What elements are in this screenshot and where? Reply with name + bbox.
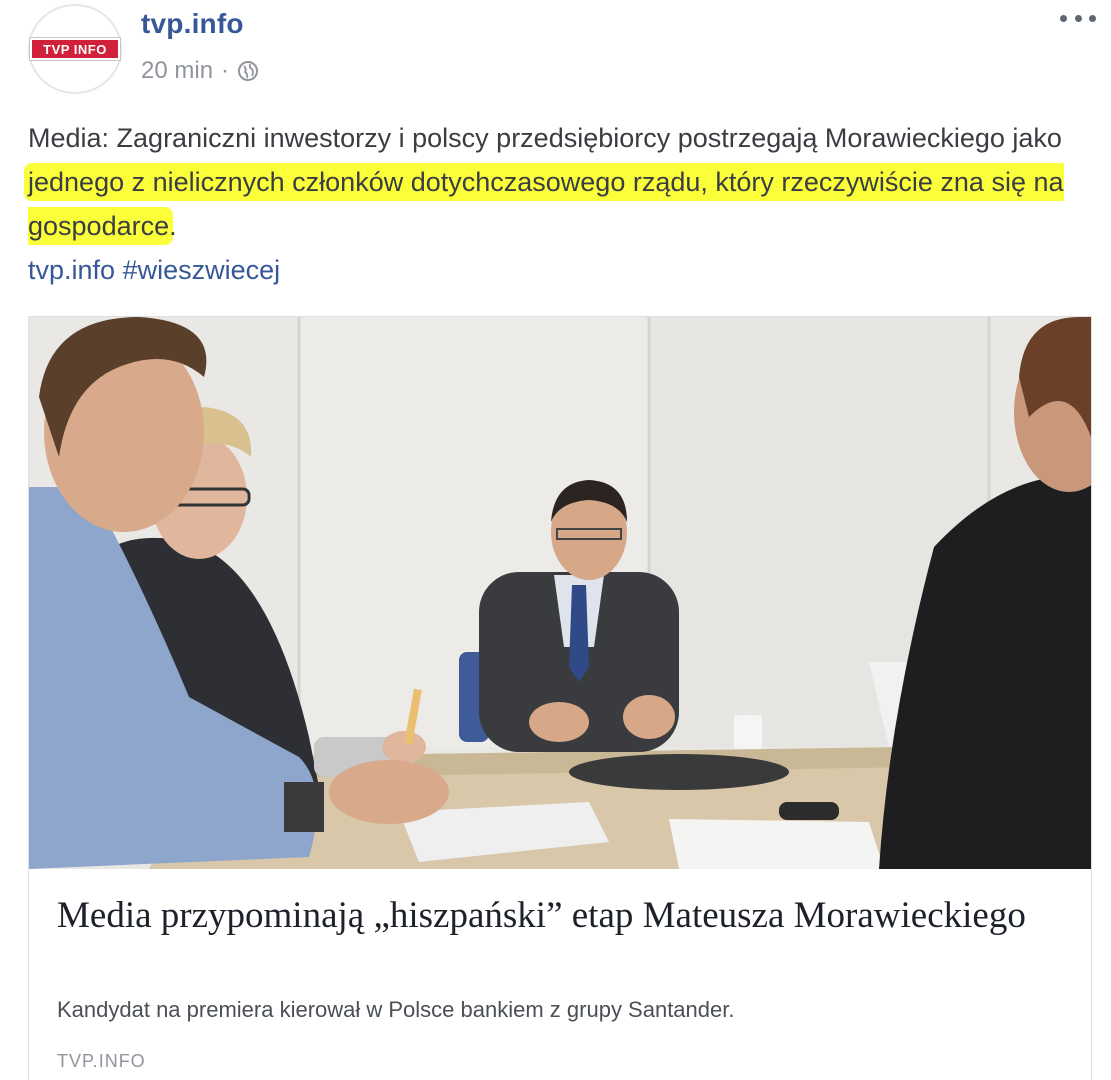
post-text-part2: .: [169, 211, 177, 241]
article-domain: TVP.INFO: [57, 1051, 146, 1071]
more-options-icon[interactable]: [1060, 8, 1096, 28]
facebook-post: TVP INFO tvp.info 20 min · Media: Zagran…: [0, 0, 1111, 1080]
article-photo[interactable]: [29, 317, 1091, 869]
post-text-part1: Media: Zagraniczni inwestorzy i polscy p…: [28, 123, 1062, 153]
source-link[interactable]: tvp.info: [28, 255, 115, 285]
tvp-info-logo: TVP INFO: [29, 37, 121, 61]
post-text-highlighted: jednego z nielicznych członków dotychcza…: [28, 167, 1064, 241]
page-name-link[interactable]: tvp.info: [141, 8, 244, 40]
article-title[interactable]: Media przypominają „hiszpański” etap Mat…: [57, 891, 1057, 941]
post-timestamp[interactable]: 20 min: [141, 57, 213, 85]
post-text: Media: Zagraniczni inwestorzy i polscy p…: [28, 116, 1088, 292]
meta-separator: ·: [221, 57, 230, 84]
hashtag-link[interactable]: #wieszwiecej: [123, 255, 281, 285]
link-preview-card[interactable]: Media przypominają „hiszpański” etap Mat…: [28, 316, 1092, 1080]
globe-icon: [238, 61, 259, 81]
article-description: Kandydat na premiera kierował w Polsce b…: [57, 997, 735, 1022]
post-meta: 20 min ·: [141, 57, 259, 85]
link-preview-body[interactable]: Media przypominają „hiszpański” etap Mat…: [29, 869, 1091, 1080]
page-avatar[interactable]: TVP INFO: [28, 4, 122, 94]
